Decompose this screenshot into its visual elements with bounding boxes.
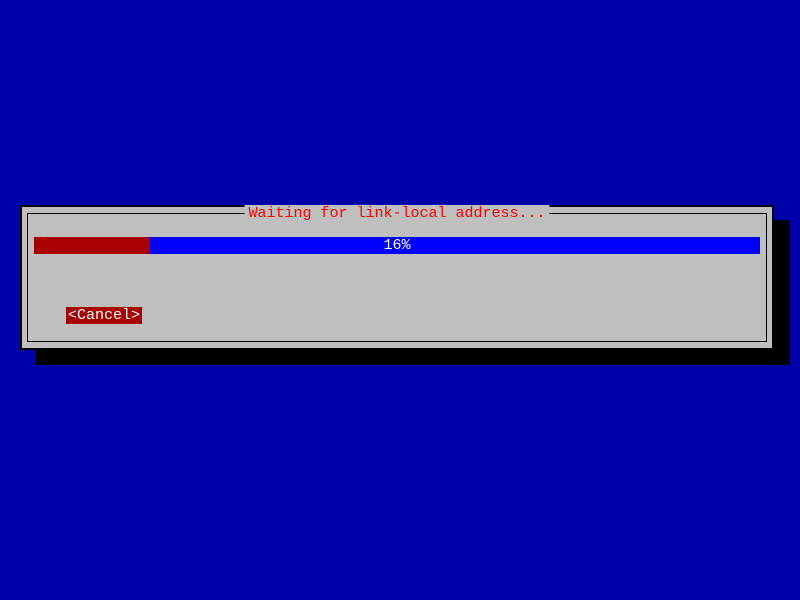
progress-bar-fill	[34, 237, 150, 254]
progress-percent-label: 16%	[383, 237, 410, 254]
dialog-title: Waiting for link-local address...	[244, 205, 549, 222]
progress-dialog: Waiting for link-local address... 16% <C…	[20, 205, 774, 350]
cancel-button[interactable]: <Cancel>	[66, 307, 142, 324]
progress-bar: 16%	[34, 237, 760, 254]
